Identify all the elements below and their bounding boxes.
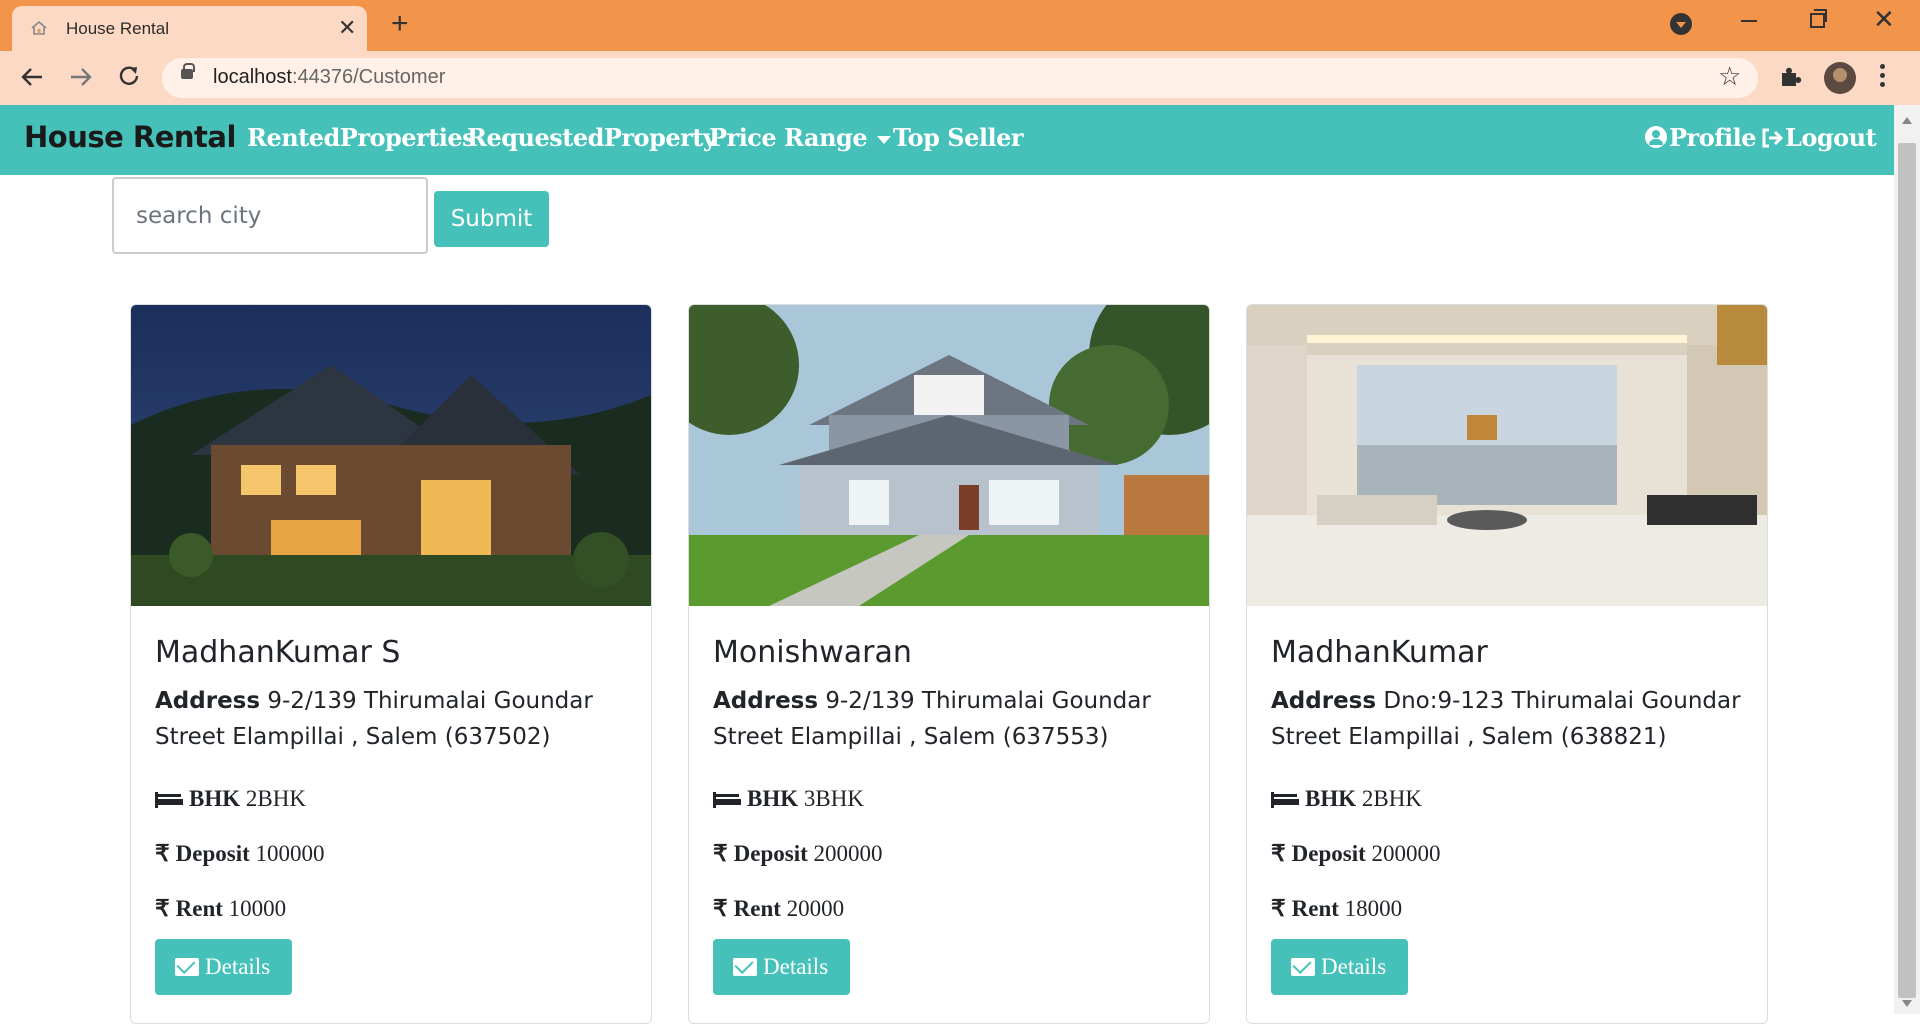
brand-logo-text[interactable]: House Rental <box>24 120 236 154</box>
rupee-icon: ₹ <box>155 896 170 921</box>
details-button[interactable]: Details <box>155 939 292 995</box>
rupee-icon: ₹ <box>713 896 728 921</box>
submit-button[interactable]: Submit <box>434 191 549 247</box>
deposit-line: ₹ Deposit 100000 <box>155 841 325 866</box>
restore-icon[interactable] <box>1810 9 1827 28</box>
rupee-icon: ₹ <box>155 841 170 866</box>
property-address: Address Dno:9-123 Thirumalai Goundar Str… <box>1271 688 1741 750</box>
nav-price-range-dropdown[interactable]: Price Range <box>709 123 892 152</box>
bookmark-star-icon[interactable]: ☆ <box>1718 62 1741 90</box>
profile-avatar[interactable] <box>1824 62 1856 94</box>
house-favicon-icon <box>31 20 47 35</box>
rupee-icon: ₹ <box>1271 896 1286 921</box>
bhk-line: BHK 3BHK <box>713 786 864 812</box>
browser-menu-icon[interactable] <box>1880 64 1886 90</box>
property-address: Address 9-2/139 Thirumalai Goundar Stree… <box>155 688 593 750</box>
page-scrollbar[interactable] <box>1894 105 1920 1014</box>
envelope-icon <box>175 958 199 976</box>
deposit-line: ₹ Deposit 200000 <box>713 841 883 866</box>
browser-tab[interactable]: House Rental ✕ <box>12 6 367 51</box>
back-icon[interactable] <box>20 66 44 88</box>
reload-icon[interactable] <box>117 64 141 88</box>
rupee-icon: ₹ <box>1271 841 1286 866</box>
new-tab-button[interactable]: + <box>391 9 409 39</box>
property-card: MadhanKumar Address Dno:9-123 Thirumalai… <box>1246 304 1768 1024</box>
scroll-down-arrow-icon[interactable] <box>1902 1000 1912 1007</box>
bhk-line: BHK 2BHK <box>155 786 306 812</box>
user-circle-icon <box>1645 126 1667 148</box>
nav-logout[interactable]: Logout <box>1760 123 1877 152</box>
nav-profile[interactable]: Profile <box>1645 123 1757 152</box>
url-text[interactable]: localhost:44376/Customer <box>213 66 445 89</box>
search-city-input[interactable] <box>112 177 428 254</box>
tab-close-icon[interactable]: ✕ <box>338 17 356 39</box>
nav-rented-properties[interactable]: RentedProperties <box>247 123 476 152</box>
owner-name: MadhanKumar <box>1271 635 1488 670</box>
rent-line: ₹ Rent 20000 <box>713 896 845 921</box>
bed-icon <box>1271 792 1299 808</box>
scroll-thumb[interactable] <box>1898 143 1916 998</box>
owner-name: Monishwaran <box>713 635 912 670</box>
rupee-icon: ₹ <box>713 841 728 866</box>
nav-top-seller[interactable]: Top Seller <box>893 123 1024 152</box>
deposit-line: ₹ Deposit 200000 <box>1271 841 1441 866</box>
living-room-photo <box>1247 305 1767 606</box>
site-navbar: House Rental RentedProperties RequestedP… <box>0 105 1894 175</box>
extensions-puzzle-icon[interactable] <box>1778 65 1802 89</box>
scroll-up-arrow-icon[interactable] <box>1902 117 1912 124</box>
property-card: MadhanKumar S Address 9-2/139 Thirumalai… <box>130 304 652 1024</box>
day-house-photo <box>689 305 1209 606</box>
bhk-line: BHK 2BHK <box>1271 786 1422 812</box>
envelope-icon <box>733 958 757 976</box>
tab-title: House Rental <box>66 19 170 38</box>
lock-icon[interactable] <box>181 63 195 79</box>
nav-requested-property[interactable]: RequestedProperty <box>467 123 717 152</box>
bed-icon <box>713 792 741 808</box>
envelope-icon <box>1291 958 1315 976</box>
property-card: Monishwaran Address 9-2/139 Thirumalai G… <box>688 304 1210 1024</box>
bed-icon <box>155 792 183 808</box>
night-house-photo <box>131 305 651 606</box>
browser-tab-strip: House Rental ✕ + ✕ <box>0 0 1920 51</box>
owner-name: MadhanKumar S <box>155 635 401 670</box>
forward-icon[interactable] <box>69 66 93 88</box>
details-button[interactable]: Details <box>1271 939 1408 995</box>
chevron-down-icon <box>877 135 892 144</box>
rent-line: ₹ Rent 10000 <box>155 896 287 921</box>
tab-search-icon[interactable] <box>1670 13 1692 35</box>
details-button[interactable]: Details <box>713 939 850 995</box>
logout-icon <box>1762 128 1784 148</box>
window-close-icon[interactable]: ✕ <box>1873 6 1895 32</box>
property-address: Address 9-2/139 Thirumalai Goundar Stree… <box>713 688 1151 750</box>
minimize-icon[interactable] <box>1741 20 1757 22</box>
rent-line: ₹ Rent 18000 <box>1271 896 1403 921</box>
